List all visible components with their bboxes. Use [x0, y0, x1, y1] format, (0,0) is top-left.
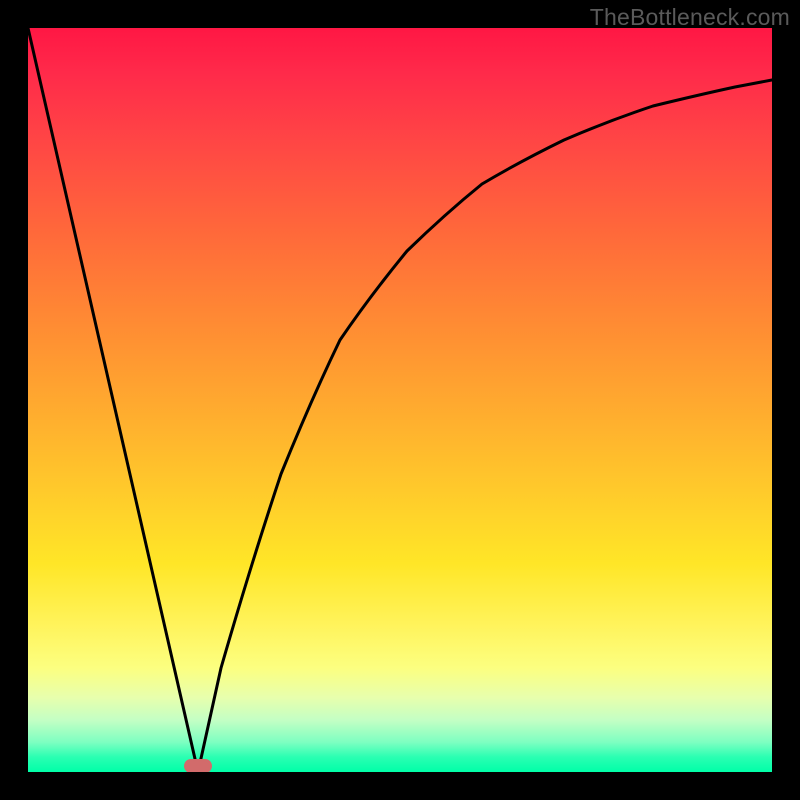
bottleneck-curve	[28, 28, 772, 772]
chart-frame: TheBottleneck.com	[0, 0, 800, 800]
curve-left	[28, 28, 198, 772]
watermark-text: TheBottleneck.com	[590, 4, 790, 31]
plot-area	[28, 28, 772, 772]
curve-right	[198, 80, 772, 772]
minimum-marker	[184, 759, 212, 772]
